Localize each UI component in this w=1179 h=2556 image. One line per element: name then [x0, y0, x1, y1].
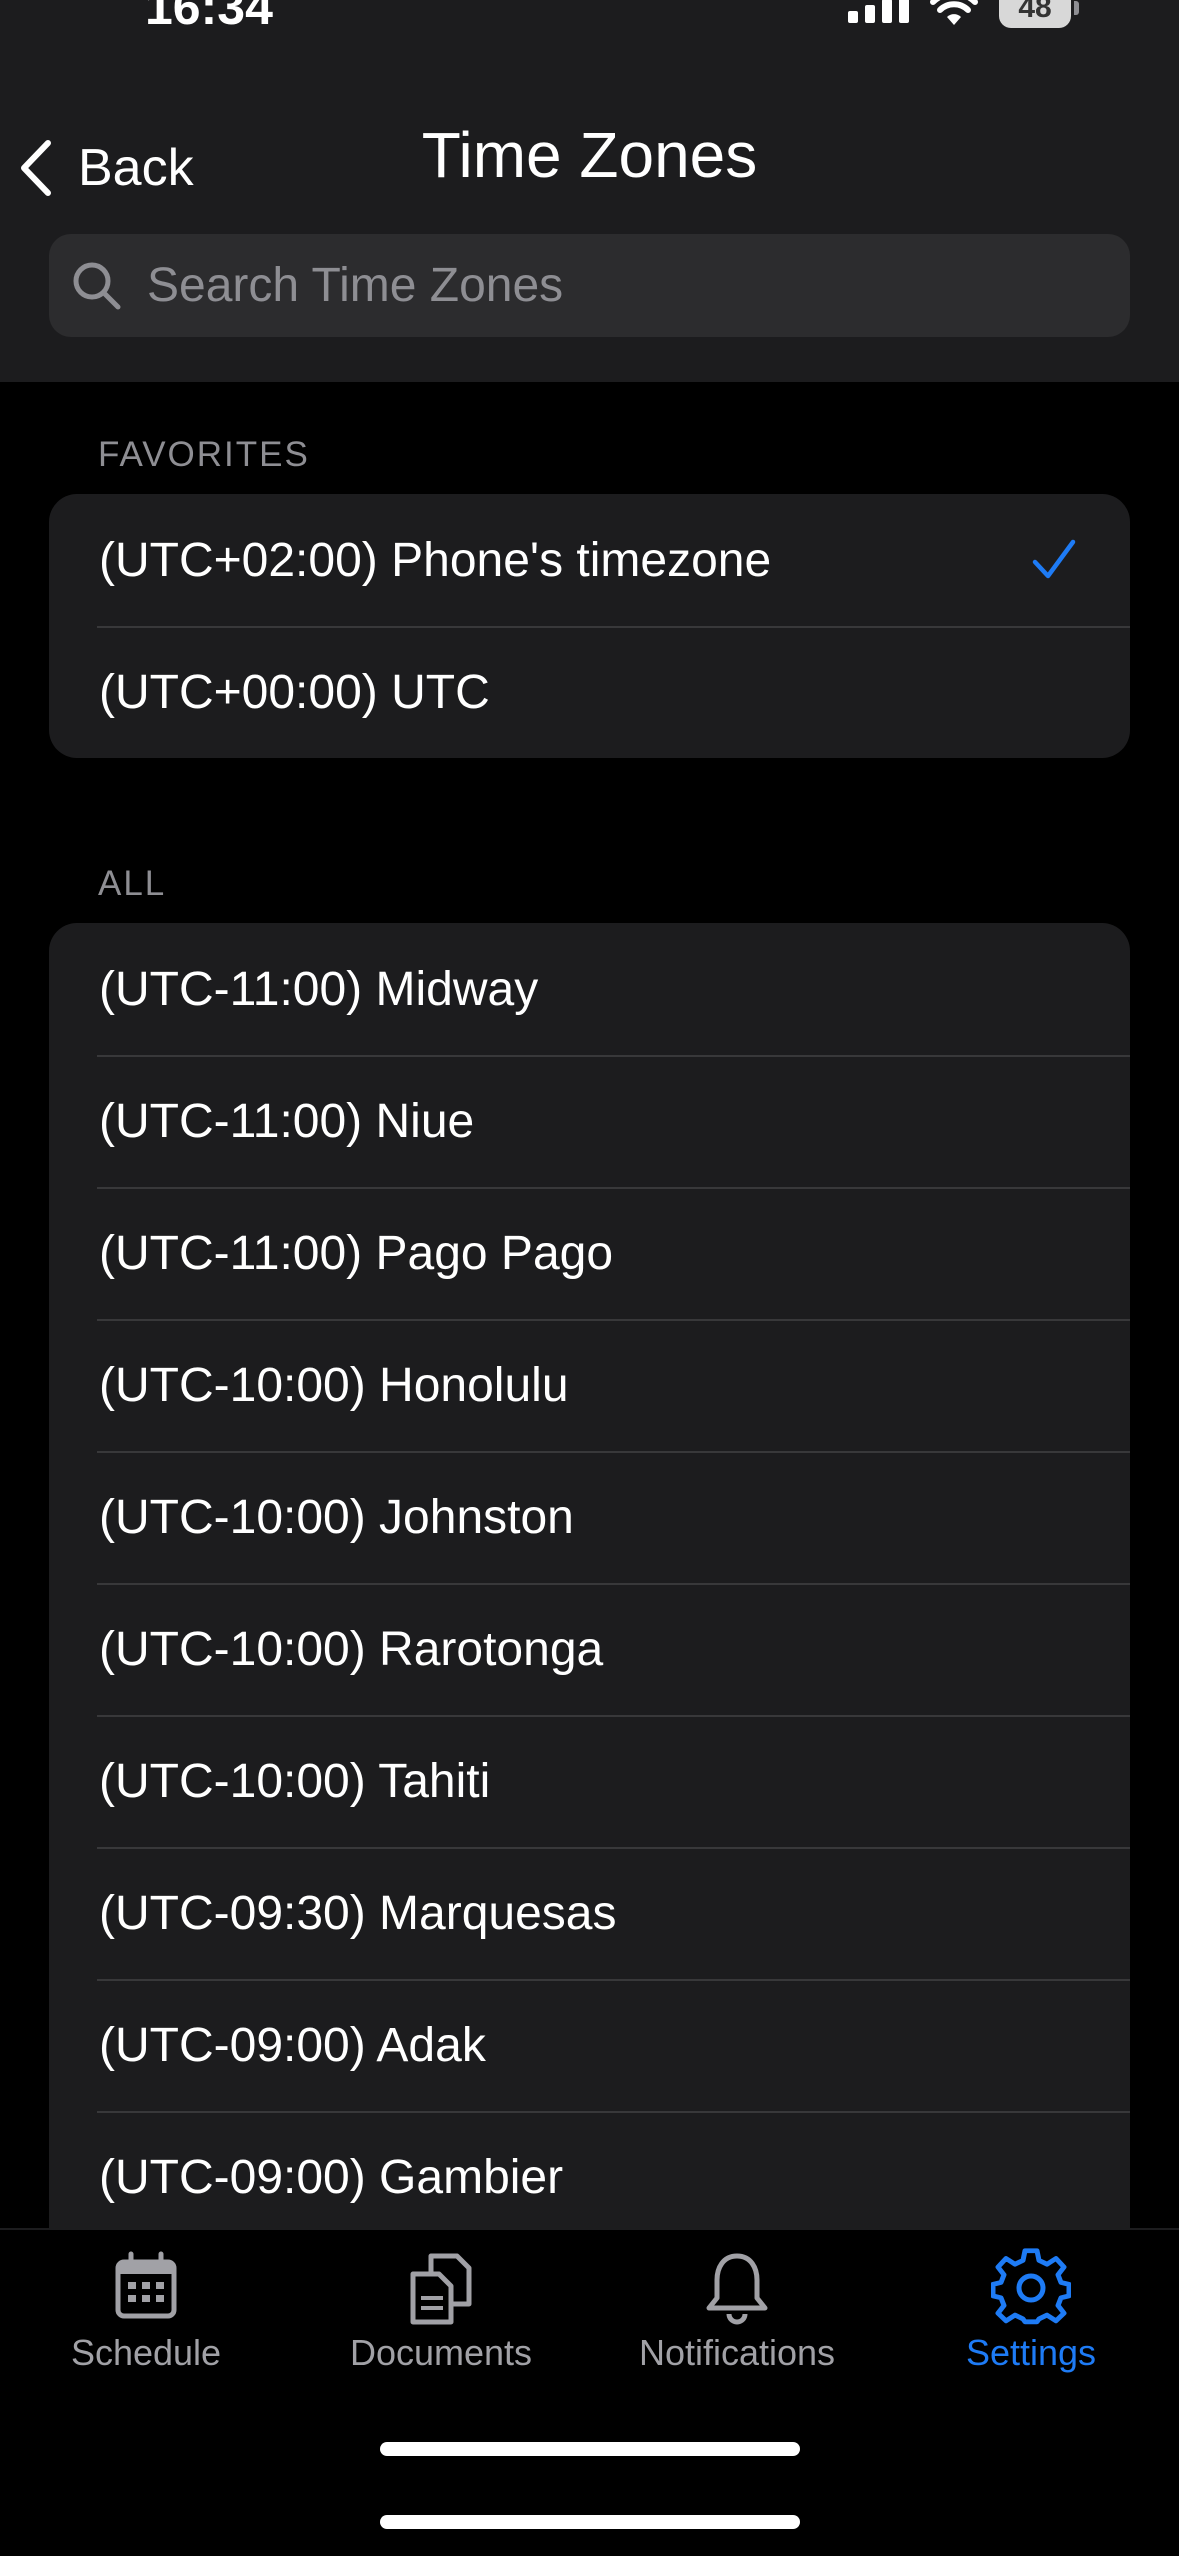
list-item[interactable]: (UTC-09:30) Marquesas [49, 1847, 1130, 1979]
wifi-icon [930, 0, 978, 25]
documents-icon [410, 2253, 472, 2325]
tab-notifications[interactable]: Notifications [627, 2248, 847, 2374]
tab-label: Settings [965, 2332, 1097, 2373]
favorites-list: (UTC+02:00) Phone's timezone (UTC+00:00)… [49, 494, 1130, 758]
status-time: 16:34 [145, 0, 273, 35]
tab-schedule[interactable]: Schedule [36, 2248, 256, 2374]
tab-documents[interactable]: Documents [331, 2248, 551, 2374]
all-header: ALL [98, 864, 167, 903]
tab-label: Documents [349, 2332, 533, 2373]
battery-icon: 48 [999, 0, 1079, 28]
timezone-label: (UTC-10:00) Rarotonga [99, 1622, 604, 1676]
timezone-label: (UTC-10:00) Honolulu [99, 1358, 569, 1412]
list-item[interactable]: (UTC-09:00) Gambier [49, 2111, 1130, 2243]
list-item[interactable]: (UTC-09:00) Adak [49, 1979, 1130, 2111]
list-item[interactable]: (UTC-11:00) Niue [49, 1055, 1130, 1187]
home-indicator [380, 2442, 800, 2456]
search-input[interactable] [145, 257, 1109, 314]
list-item[interactable]: (UTC+02:00) Phone's timezone [49, 494, 1130, 626]
page-title: Time Zones [421, 119, 758, 191]
list-item[interactable]: (UTC-10:00) Johnston [49, 1451, 1130, 1583]
gear-icon [991, 2248, 1071, 2325]
timezone-label: (UTC+00:00) UTC [99, 665, 490, 719]
navigation-bar: 16:34 48 Back Time Zones [0, 0, 1179, 382]
bell-icon [706, 2253, 768, 2325]
tab-bar: Schedule Documents Notifications Setting… [0, 2228, 1179, 2480]
timezone-label: (UTC+02:00) Phone's timezone [99, 533, 772, 587]
all-timezones-list: (UTC-11:00) Midway (UTC-11:00) Niue (UTC… [49, 923, 1130, 2283]
timezone-label: (UTC-10:00) Tahiti [99, 1754, 491, 1808]
battery-level: 48 [999, 0, 1071, 28]
list-item[interactable]: (UTC-11:00) Midway [49, 923, 1130, 1055]
list-item[interactable]: (UTC-10:00) Rarotonga [49, 1583, 1130, 1715]
list-item[interactable]: (UTC-11:00) Pago Pago [49, 1187, 1130, 1319]
timezone-label: (UTC-09:30) Marquesas [99, 1886, 617, 1940]
timezone-label: (UTC-10:00) Johnston [99, 1490, 574, 1544]
list-item[interactable]: (UTC-10:00) Honolulu [49, 1319, 1130, 1451]
timezone-label: (UTC-11:00) Niue [99, 1094, 475, 1148]
home-indicator-outer [380, 2515, 800, 2529]
tab-settings[interactable]: Settings [921, 2248, 1141, 2374]
timezone-label: (UTC-09:00) Adak [99, 2018, 486, 2072]
timezone-label: (UTC-11:00) Midway [99, 962, 539, 1016]
tab-label: Notifications [638, 2332, 836, 2373]
favorites-header: FAVORITES [98, 435, 310, 474]
calendar-icon [115, 2251, 177, 2319]
tab-label: Schedule [70, 2332, 222, 2373]
status-icons: 48 [848, 0, 1079, 30]
signal-icon [848, 0, 909, 23]
checkmark-icon [1032, 539, 1076, 579]
list-item[interactable]: (UTC-10:00) Tahiti [49, 1715, 1130, 1847]
list-item[interactable]: (UTC+00:00) UTC [49, 626, 1130, 758]
search-icon [73, 262, 121, 309]
timezone-label: (UTC-09:00) Gambier [99, 2150, 564, 2204]
timezone-label: (UTC-11:00) Pago Pago [99, 1226, 614, 1280]
search-field[interactable] [49, 234, 1130, 337]
